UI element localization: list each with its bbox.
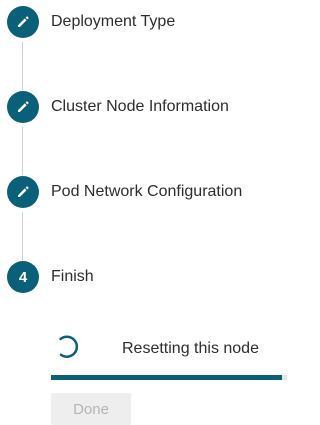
spinner-icon (59, 335, 79, 358)
step-cluster-node-information[interactable]: Cluster Node Information (7, 91, 229, 123)
progress-bar-fill (51, 375, 283, 380)
step-connector (22, 127, 23, 175)
progress-status-text: Resetting this node (122, 340, 259, 357)
step-connector (22, 212, 23, 260)
step-label: Cluster Node Information (51, 98, 229, 115)
progress-bar (51, 375, 287, 380)
step-label: Deployment Type (51, 13, 176, 30)
step-edit-button[interactable] (7, 91, 39, 123)
step-pod-network-configuration[interactable]: Pod Network Configuration (7, 176, 242, 208)
pencil-icon (18, 186, 29, 197)
step-number-badge: 4 (7, 261, 39, 293)
step-number: 4 (18, 268, 28, 286)
pencil-icon (18, 101, 29, 112)
step-label: Pod Network Configuration (51, 183, 243, 200)
step-finish: 4 Finish (7, 261, 94, 293)
wizard-stepper: Deployment Type Cluster Node Information… (0, 0, 287, 425)
step-connector (22, 42, 23, 90)
step-edit-button[interactable] (7, 6, 39, 38)
done-button[interactable]: Done (51, 393, 131, 425)
step-edit-button[interactable] (7, 176, 39, 208)
step-deployment-type[interactable]: Deployment Type (7, 6, 175, 38)
pencil-icon (18, 16, 29, 27)
step-label: Finish (51, 268, 94, 285)
